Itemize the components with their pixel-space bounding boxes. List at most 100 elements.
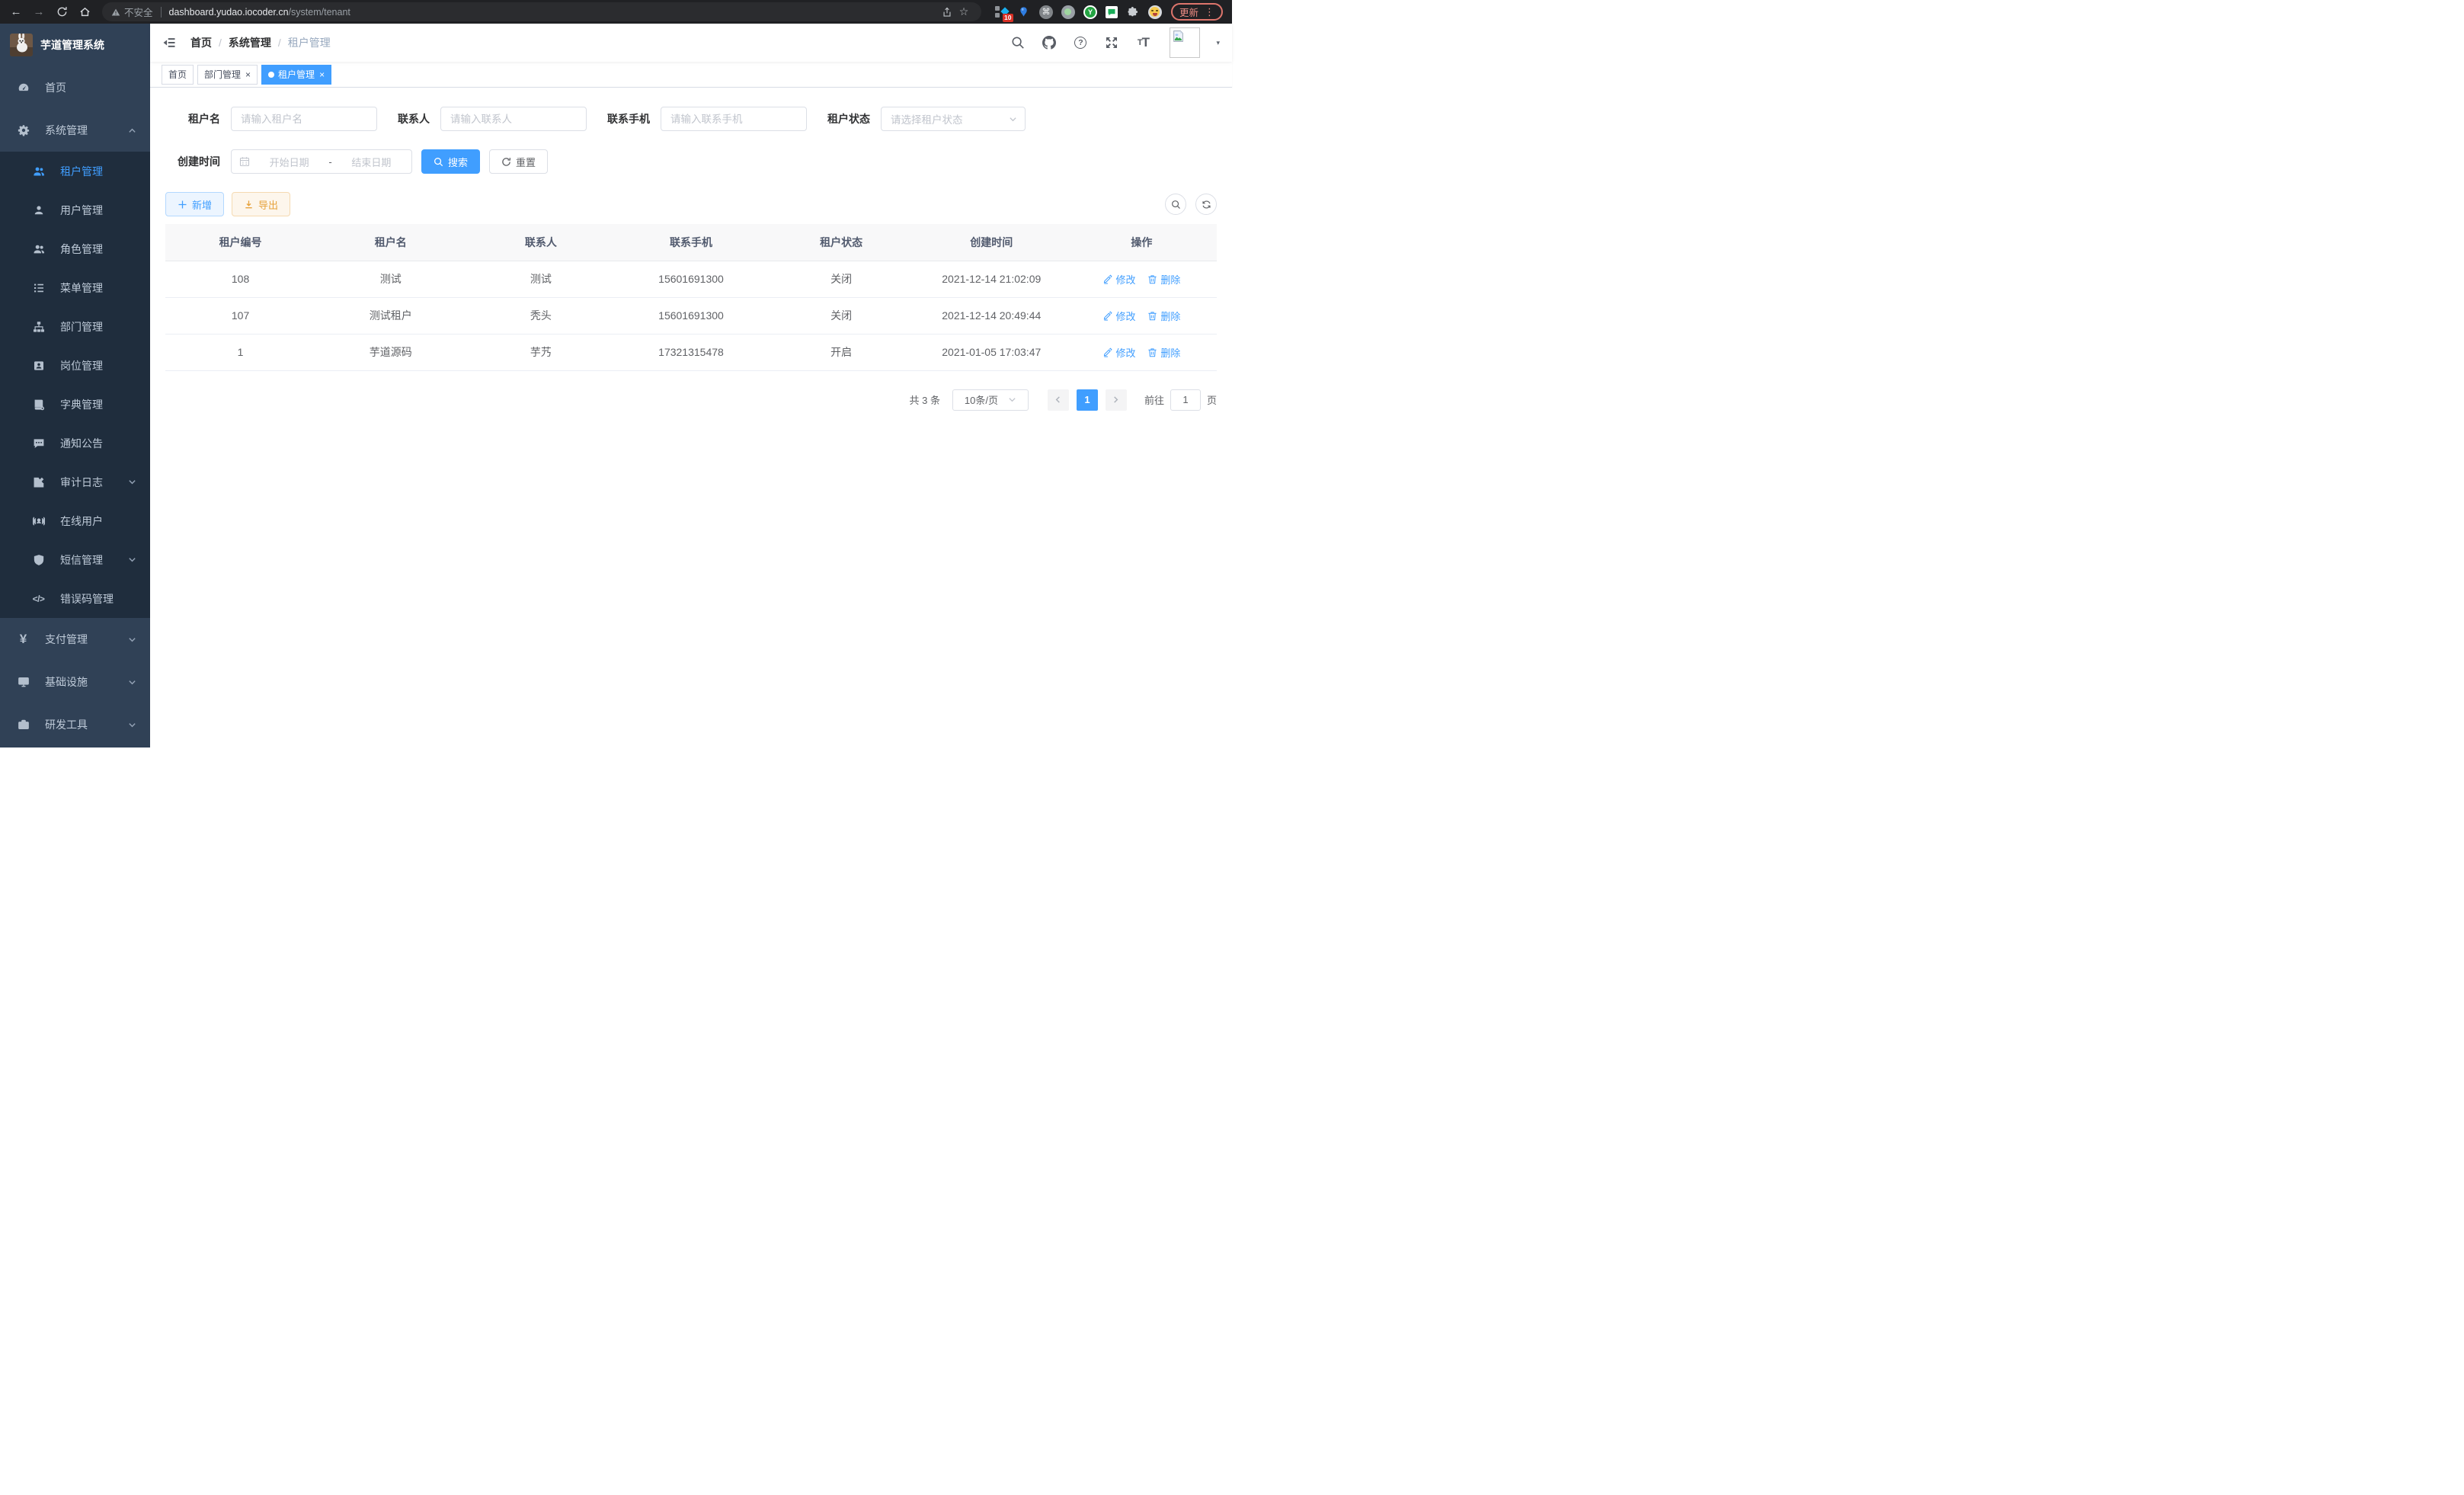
cell-tenant-name: 测试租户: [315, 297, 466, 334]
chevron-right-icon: [1112, 395, 1120, 404]
delete-link[interactable]: 删除: [1147, 272, 1180, 287]
tab-home[interactable]: 首页: [162, 65, 194, 85]
sidebar-item-sms[interactable]: 短信管理: [0, 540, 150, 579]
message-icon: [32, 437, 45, 450]
page-number-1[interactable]: 1: [1077, 389, 1098, 411]
date-range-picker[interactable]: 开始日期 - 结束日期: [231, 149, 412, 174]
sidebar-item-post[interactable]: 岗位管理: [0, 346, 150, 385]
extension-chat-icon[interactable]: [1106, 6, 1118, 18]
breadcrumb-system[interactable]: 系统管理: [229, 35, 271, 50]
sidebar-item-devtools[interactable]: 研发工具: [0, 703, 150, 746]
extension-icons: 10 ⌘ Y: [995, 5, 1162, 19]
refresh-table-button[interactable]: [1195, 194, 1217, 215]
edit-link[interactable]: 修改: [1102, 345, 1135, 360]
next-page-button[interactable]: [1106, 389, 1127, 411]
url-path: /system/tenant: [289, 7, 350, 18]
browser-reload-icon[interactable]: [52, 2, 72, 22]
browser-forward-icon[interactable]: →: [29, 2, 49, 22]
user-avatar[interactable]: [1170, 27, 1200, 58]
extension-drop-icon[interactable]: [1017, 5, 1031, 19]
status-select[interactable]: 请选择租户状态: [881, 107, 1026, 131]
sidebar-item-user[interactable]: 用户管理: [0, 190, 150, 229]
contact-input[interactable]: [440, 107, 587, 131]
address-bar[interactable]: 不安全 dashboard.yudao.iocoder.cn/system/te…: [102, 2, 981, 21]
sidebar-item-audit-log[interactable]: 审计日志: [0, 463, 150, 501]
extensions-puzzle-icon[interactable]: [1126, 5, 1140, 19]
goto-label: 前往: [1144, 392, 1164, 407]
filter-label: 租户状态: [827, 111, 870, 126]
sidebar-item-label: 错误码管理: [60, 591, 114, 607]
active-tab-dot: [268, 72, 274, 78]
search-button[interactable]: 搜索: [421, 149, 480, 174]
sidebar-item-dept[interactable]: 部门管理: [0, 307, 150, 346]
sidebar-item-pay[interactable]: ¥ 支付管理: [0, 618, 150, 661]
tenant-name-input[interactable]: [231, 107, 377, 131]
sidebar-item-role[interactable]: 角色管理: [0, 229, 150, 268]
browser-update-button[interactable]: 更新 ⋮: [1171, 3, 1223, 21]
tab-dept[interactable]: 部门管理 ×: [197, 65, 258, 85]
header-search-icon[interactable]: [1010, 35, 1026, 50]
sidebar-item-online-user[interactable]: 在线用户: [0, 501, 150, 540]
help-icon[interactable]: ?: [1073, 35, 1088, 50]
export-button[interactable]: 导出: [232, 192, 290, 216]
sidebar-item-tenant[interactable]: 租户管理: [0, 152, 150, 190]
mobile-input[interactable]: [661, 107, 807, 131]
filter-row-1: 租户名 联系人 联系手机 租户状态 请选择租户状态: [165, 107, 1217, 131]
table-row: 108 测试 测试 15601691300 关闭 2021-12-14 21:0…: [165, 261, 1217, 297]
extension-command-icon[interactable]: ⌘: [1039, 5, 1053, 19]
profile-avatar-icon[interactable]: [1148, 5, 1162, 19]
sidebar-item-error-code[interactable]: </> 错误码管理: [0, 579, 150, 618]
extension-y-icon[interactable]: Y: [1083, 5, 1097, 19]
edit-link[interactable]: 修改: [1102, 309, 1135, 323]
browser-menu-icon[interactable]: ⋮: [1205, 6, 1214, 18]
delete-link[interactable]: 删除: [1147, 345, 1180, 360]
chevron-down-icon: [128, 555, 136, 564]
sidebar-item-dict[interactable]: 字典管理: [0, 385, 150, 424]
chevron-down-icon: [1009, 115, 1017, 123]
filter-label: 联系人: [398, 111, 430, 126]
sidebar-item-home[interactable]: 首页: [0, 66, 150, 109]
pagination: 共 3 条 10条/页 1 前往 页: [165, 389, 1217, 411]
share-icon[interactable]: [939, 7, 955, 18]
breadcrumb-home[interactable]: 首页: [190, 35, 212, 50]
prev-page-button[interactable]: [1048, 389, 1069, 411]
cell-tenant-name: 芋道源码: [315, 334, 466, 370]
cell-contact: 芋艿: [466, 334, 616, 370]
extension-recorder-icon[interactable]: [1061, 5, 1075, 19]
add-button-label: 新增: [192, 197, 212, 212]
close-icon[interactable]: ×: [319, 70, 325, 79]
tab-label: 首页: [168, 68, 187, 81]
tab-tenant[interactable]: 租户管理 ×: [261, 65, 331, 85]
add-button[interactable]: 新增: [165, 192, 224, 216]
goto-page-input[interactable]: [1170, 389, 1201, 411]
bookmark-star-icon[interactable]: ☆: [955, 5, 972, 18]
reset-button[interactable]: 重置: [489, 149, 548, 174]
fullscreen-icon[interactable]: [1104, 35, 1119, 50]
cell-contact: 测试: [466, 261, 616, 297]
not-secure-warning[interactable]: 不安全: [111, 5, 153, 19]
edit-link[interactable]: 修改: [1102, 272, 1135, 287]
avatar-caret-icon[interactable]: ▾: [1216, 39, 1220, 47]
sidebar-toggle-icon[interactable]: [162, 34, 178, 51]
browser-back-icon[interactable]: ←: [6, 2, 26, 22]
app-logo[interactable]: 芋道管理系统: [0, 24, 150, 66]
sidebar-item-infra[interactable]: 基础设施: [0, 661, 150, 703]
edit-icon: [1102, 347, 1112, 357]
breadcrumb-separator: /: [278, 37, 281, 49]
sidebar-item-menu[interactable]: 菜单管理: [0, 268, 150, 307]
sidebar-item-label: 审计日志: [60, 475, 103, 490]
close-icon[interactable]: ×: [245, 70, 251, 79]
font-size-icon[interactable]: TT: [1135, 35, 1150, 50]
sidebar-item-system[interactable]: 系统管理: [0, 109, 150, 152]
sidebar-item-notice[interactable]: 通知公告: [0, 424, 150, 463]
browser-home-icon[interactable]: [75, 2, 94, 22]
extension-tabs-icon[interactable]: 10: [995, 5, 1009, 19]
github-icon[interactable]: [1042, 35, 1057, 50]
cell-tenant-name: 测试: [315, 261, 466, 297]
delete-link[interactable]: 删除: [1147, 309, 1180, 323]
page-size-select[interactable]: 10条/页: [952, 389, 1029, 411]
show-search-button[interactable]: [1165, 194, 1186, 215]
col-contact: 联系人: [466, 224, 616, 261]
select-placeholder: 请选择租户状态: [891, 111, 1009, 126]
delete-link-label: 删除: [1160, 272, 1180, 287]
